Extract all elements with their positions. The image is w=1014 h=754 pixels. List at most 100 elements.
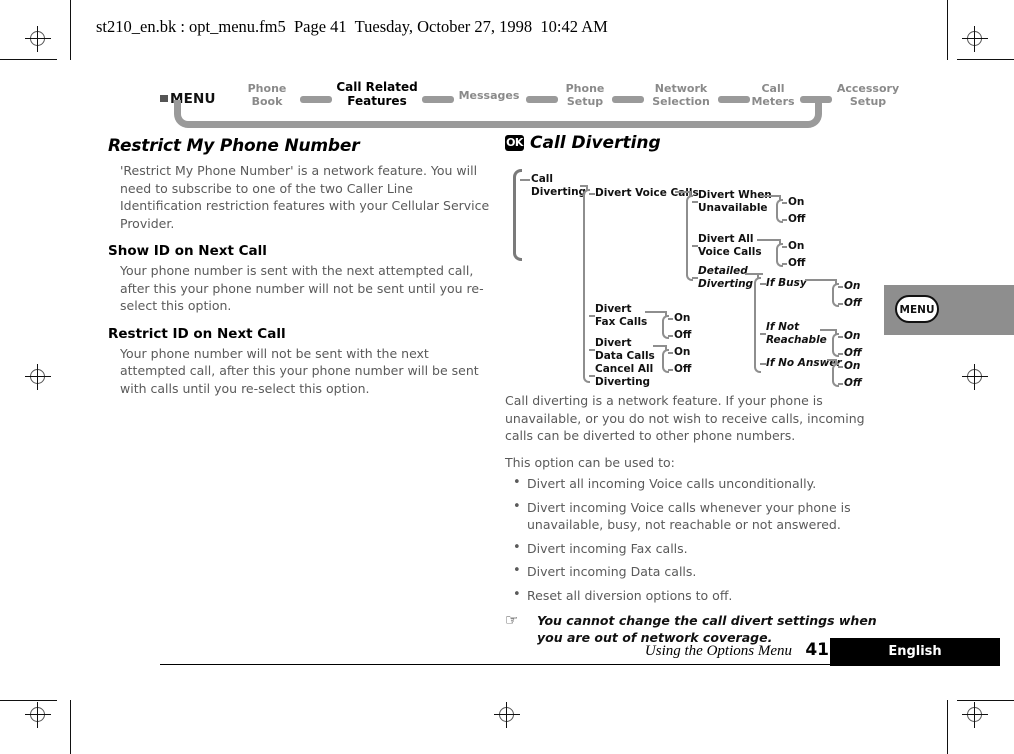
list-item: Divert all incoming Voice calls uncondit… (505, 474, 887, 493)
subsection-body-show-id: Your phone number is sent with the next … (120, 263, 484, 313)
call-diverting-description: Call diverting is a network feature. If … (505, 392, 887, 646)
page-title-call-diverting: Call Diverting (530, 133, 661, 153)
list-item: Reset all diversion options to off. (505, 586, 887, 605)
nav-item-network-selection[interactable]: Network Selection (644, 82, 718, 108)
registration-mark-bottom-left (25, 702, 51, 728)
running-header: st210_en.bk : opt_menu.fm5 Page 41 Tuesd… (96, 17, 608, 36)
tree-node-divert-when-unavailable: Divert When Unavailable (698, 189, 772, 214)
nav-item-messages[interactable]: Messages (454, 89, 524, 102)
tree-bracket-level3 (754, 277, 761, 373)
nav-arrow-6 (800, 96, 832, 103)
tree-leaf-ifbusy-on: On (844, 280, 861, 292)
menu-square-icon (160, 95, 168, 102)
tree-stub-allvoice-on (782, 246, 787, 248)
tree-node-divert-voice-calls: Divert Voice Calls (595, 187, 699, 199)
call-diverting-menu-tree: Call Diverting Divert Voice Calls Divert… (505, 165, 895, 390)
subsection-heading-restrict-id: Restrict ID on Next Call (108, 325, 286, 342)
nav-arrow-3 (526, 96, 558, 103)
left-column: Restrict My Phone Number 'Restrict My Ph… (108, 136, 490, 397)
registration-mark-top-left (25, 26, 51, 52)
tree-leaf-allvoice-off: Off (788, 257, 806, 269)
footer-language-badge: English (830, 638, 1000, 666)
ok-key-icon: OK (505, 135, 524, 151)
page-border-right-bottom (947, 700, 948, 754)
call-diverting-bullet-list: Divert all incoming Voice calls uncondit… (505, 474, 887, 605)
tree-stub-ifnotreach-off (838, 353, 843, 355)
list-item: Divert incoming Data calls. (505, 562, 887, 581)
page-border-right-top (947, 0, 948, 60)
trim-mark-top-left (0, 59, 57, 60)
tree-bracket-level2 (686, 195, 693, 281)
tree-leaf-data-on: On (674, 346, 691, 358)
page-footer: Using the Options Menu 41 English (0, 638, 1014, 670)
tree-leaf-ifbusy-off: Off (844, 297, 862, 309)
menu-key-tab: MENU (884, 285, 1014, 335)
tree-stub-data-on (668, 352, 673, 354)
nav-item-phone-book[interactable]: Phone Book (240, 82, 294, 108)
page-title-call-diverting-row: OK Call Diverting (505, 133, 885, 153)
tree-stub-ifnotreach-on (838, 336, 843, 338)
tree-stub-ifnoanswer-on (838, 366, 843, 368)
right-column: OK Call Diverting (505, 133, 885, 157)
call-diverting-lead-in: This option can be used to: (505, 454, 675, 470)
menu-breadcrumb-nav: MENU Phone Book Call Related Features Mess… (160, 80, 899, 128)
tree-stub-fax-onoff (645, 311, 667, 313)
footer-chapter-title: Using the Options Menu (644, 643, 792, 659)
nav-item-call-related-features[interactable]: Call Related Features (332, 80, 422, 108)
tree-leaf-fax-on: On (674, 312, 691, 324)
tree-stub-fax-on (668, 318, 673, 320)
tree-stub-root (520, 179, 530, 181)
tree-stub-allvoice-onoff (757, 239, 781, 241)
footer-page-number: 41 (805, 640, 829, 660)
tree-leaf-unavail-off: Off (788, 213, 806, 225)
tree-leaf-unavail-on: On (788, 196, 805, 208)
tree-stub-fax-off (668, 335, 673, 337)
tree-stub-ifbusy-onoff (805, 279, 837, 281)
tree-leaf-ifnotreach-on: On (844, 330, 861, 342)
tree-node-detailed-diverting: Detailed Diverting (698, 265, 754, 290)
tree-leaf-allvoice-on: On (788, 240, 805, 252)
call-diverting-intro: Call diverting is a network feature. If … (505, 393, 865, 443)
tree-leaf-ifnoanswer-on: On (844, 360, 861, 372)
page-border-left-top (70, 0, 71, 60)
tree-leaf-ifnoanswer-off: Off (844, 377, 862, 389)
restrict-intro-text: 'Restrict My Phone Number' is a network … (120, 163, 490, 231)
registration-mark-mid-right (962, 364, 988, 390)
nav-item-call-meters[interactable]: Call Meters (746, 82, 800, 108)
tree-stub-data-off (668, 369, 673, 371)
trim-mark-top-right (957, 59, 1014, 60)
page-title-restrict-my-phone-number: Restrict My Phone Number (108, 136, 360, 156)
tree-node-cancel-all-diverting: Cancel All Diverting (595, 363, 654, 388)
tree-node-call-diverting: Call Diverting (531, 173, 587, 198)
trim-mark-bottom-left (0, 700, 57, 701)
tree-node-divert-data-calls: Divert Data Calls (595, 337, 655, 362)
list-item: Divert incoming Voice calls whenever you… (505, 498, 887, 534)
tree-leaf-ifnotreach-off: Off (844, 347, 862, 359)
tree-stub-ifbusy-off (838, 303, 843, 305)
nav-arrow-1 (300, 96, 332, 103)
subsection-body-restrict-id: Your phone number will not be sent with … (120, 345, 479, 396)
tree-leaf-data-off: Off (674, 363, 692, 375)
registration-mark-top-right (962, 26, 988, 52)
tree-leaf-fax-off: Off (674, 329, 692, 341)
nav-arrow-4 (612, 96, 644, 103)
registration-mark-bottom-right (962, 702, 988, 728)
tree-node-divert-fax-calls: Divert Fax Calls (595, 303, 648, 328)
tree-stub-unavail-off (782, 219, 787, 221)
tree-bracket-level1 (583, 189, 590, 383)
tree-node-divert-all-voice-calls: Divert All Voice Calls (698, 233, 762, 258)
footer-rule (160, 664, 845, 665)
page-border-left-bottom (70, 700, 71, 754)
list-item: Divert incoming Fax calls. (505, 539, 887, 558)
trim-mark-bottom-right (957, 700, 1014, 701)
tree-bracket-root (513, 169, 522, 261)
tree-node-if-not-reachable: If Not Reachable (766, 321, 827, 346)
menu-key-button[interactable]: MENU (895, 295, 939, 323)
tree-stub-detailed-to-l3 (745, 273, 763, 275)
tree-stub-ifbusy-on (838, 286, 843, 288)
tree-stub-allvoice-off (782, 263, 787, 265)
nav-item-accessory-setup[interactable]: Accessory Setup (830, 82, 906, 108)
registration-mark-bottom-center (494, 702, 520, 728)
nav-item-phone-setup[interactable]: Phone Setup (558, 82, 612, 108)
tree-node-if-busy: If Busy (766, 277, 807, 289)
